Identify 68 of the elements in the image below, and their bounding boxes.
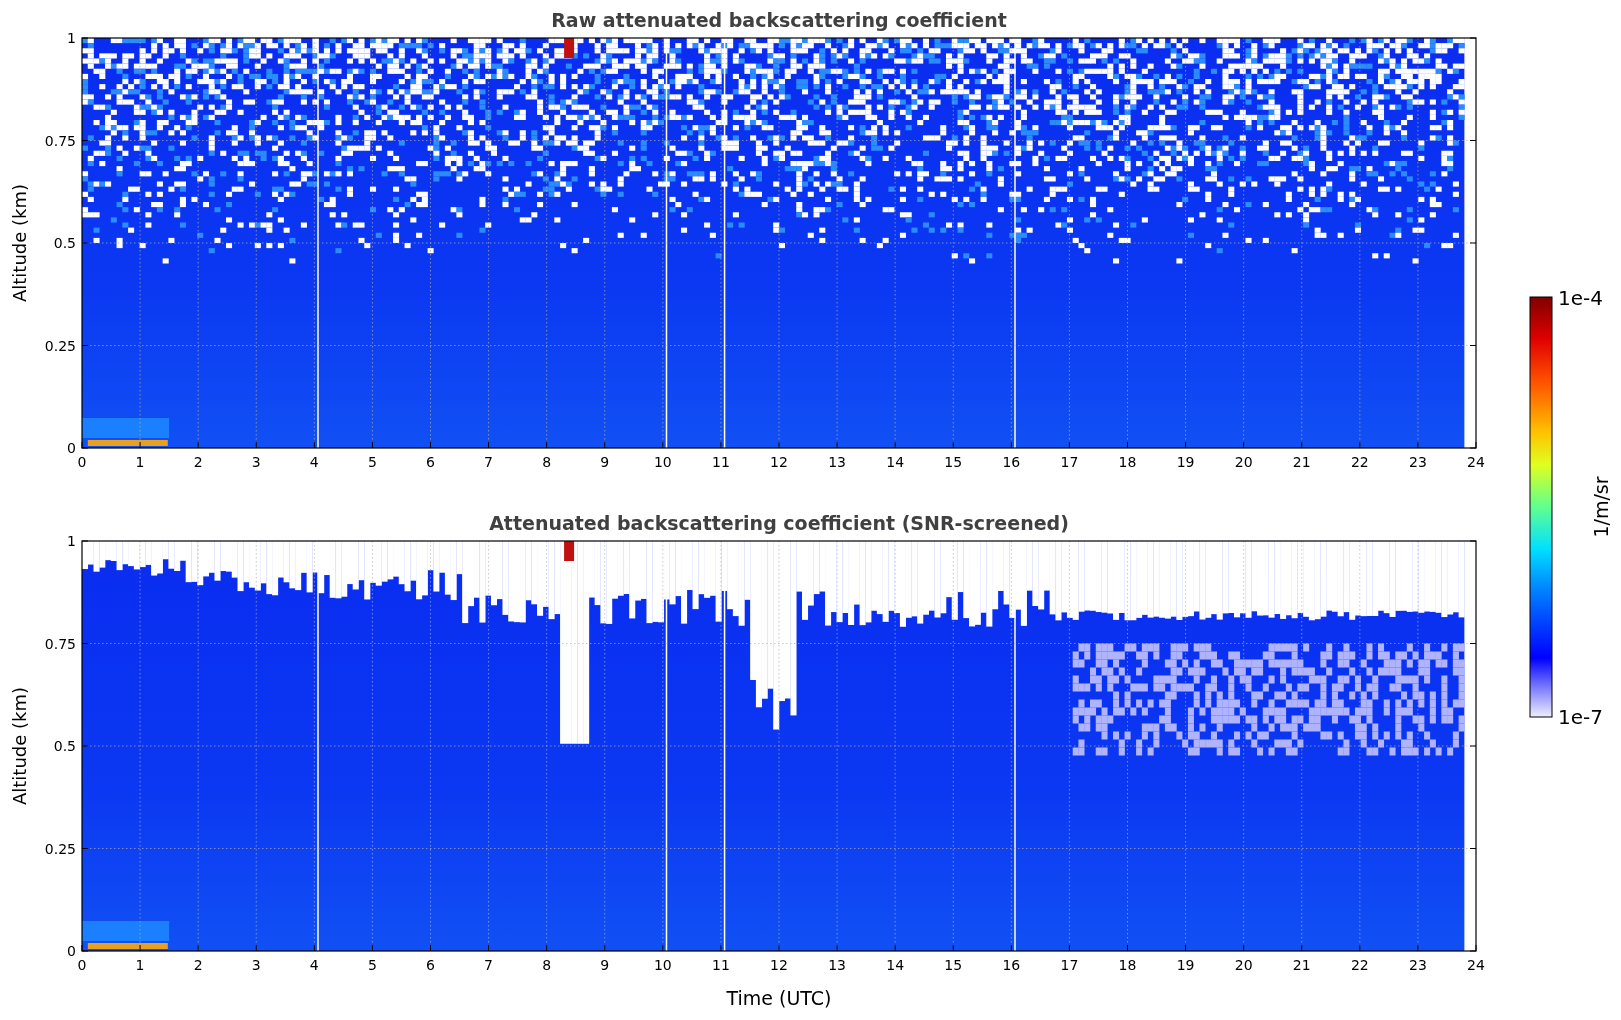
x-tick-label: 15 bbox=[944, 957, 963, 973]
colorbar-min-label: 1e-7 bbox=[1558, 705, 1603, 729]
x-tick-label: 17 bbox=[1060, 454, 1079, 470]
x-tick-label: 13 bbox=[828, 454, 846, 470]
x-tick-label: 8 bbox=[542, 957, 552, 973]
x-tick-label: 9 bbox=[600, 454, 610, 470]
x-tick-label: 19 bbox=[1176, 454, 1195, 470]
y-tick-label: 0.75 bbox=[44, 132, 76, 149]
x-tick-label: 10 bbox=[653, 957, 672, 973]
x-tick-label: 21 bbox=[1292, 454, 1311, 470]
x-tick-label: 5 bbox=[367, 454, 377, 470]
x-tick-label: 11 bbox=[712, 454, 730, 470]
colorbar-max-label: 1e-4 bbox=[1558, 286, 1603, 310]
x-tick-label: 5 bbox=[367, 957, 377, 973]
x-tick-label: 22 bbox=[1350, 454, 1369, 470]
x-tick-label: 23 bbox=[1409, 957, 1427, 973]
x-tick-label: 14 bbox=[886, 454, 905, 470]
x-tick-label: 12 bbox=[770, 957, 788, 973]
x-tick-label: 1 bbox=[135, 454, 145, 470]
x-tick-label: 15 bbox=[944, 454, 963, 470]
x-tick-label: 11 bbox=[712, 957, 730, 973]
x-tick-label: 24 bbox=[1467, 957, 1485, 973]
colorbar-unit-label: 1/m/sr bbox=[1590, 476, 1612, 538]
x-tick-label: 16 bbox=[1002, 957, 1021, 973]
x-tick-label: 9 bbox=[600, 957, 610, 973]
x-axis-label: Time (UTC) bbox=[726, 987, 832, 1009]
y-tick-label: 0 bbox=[67, 943, 76, 959]
x-tick-label: 22 bbox=[1350, 957, 1369, 973]
x-tick-label: 20 bbox=[1234, 957, 1253, 973]
x-tick-label: 2 bbox=[193, 454, 203, 470]
x-tick-label: 14 bbox=[886, 957, 905, 973]
y-axis-label: Altitude (km) bbox=[9, 686, 30, 806]
x-tick-label: 6 bbox=[426, 957, 435, 973]
y-axis-label: Altitude (km) bbox=[9, 183, 30, 303]
x-tick-label: 8 bbox=[542, 454, 552, 470]
x-tick-label: 2 bbox=[193, 957, 203, 973]
x-tick-label: 12 bbox=[770, 454, 788, 470]
x-tick-label: 3 bbox=[251, 957, 261, 973]
plot-title: Attenuated backscattering coefficient (SNR-screened) bbox=[489, 512, 1069, 534]
x-tick-label: 18 bbox=[1118, 957, 1137, 973]
y-tick-label: 0.75 bbox=[44, 635, 76, 652]
y-tick-label: 0.5 bbox=[53, 738, 76, 754]
x-tick-label: 16 bbox=[1002, 454, 1021, 470]
x-tick-label: 19 bbox=[1176, 957, 1195, 973]
x-tick-label: 7 bbox=[484, 454, 494, 470]
x-tick-label: 20 bbox=[1234, 454, 1253, 470]
x-tick-label: 17 bbox=[1060, 957, 1079, 973]
y-tick-label: 1 bbox=[67, 533, 76, 549]
x-tick-label: 21 bbox=[1292, 957, 1311, 973]
x-tick-label: 0 bbox=[77, 957, 87, 973]
x-tick-label: 23 bbox=[1409, 454, 1427, 470]
y-tick-label: 1 bbox=[67, 30, 76, 46]
x-tick-label: 3 bbox=[251, 454, 261, 470]
y-tick-label: 0 bbox=[67, 440, 76, 456]
x-tick-label: 7 bbox=[484, 957, 494, 973]
x-tick-label: 6 bbox=[426, 454, 435, 470]
x-tick-label: 18 bbox=[1118, 454, 1137, 470]
x-tick-label: 10 bbox=[653, 454, 672, 470]
x-tick-label: 4 bbox=[309, 957, 319, 973]
y-tick-label: 0.25 bbox=[44, 337, 76, 354]
x-tick-label: 0 bbox=[77, 454, 87, 470]
y-tick-label: 0.25 bbox=[44, 840, 76, 857]
plot-title: Raw attenuated backscattering coefficient bbox=[551, 9, 1007, 31]
x-tick-label: 1 bbox=[135, 957, 145, 973]
x-tick-label: 24 bbox=[1467, 454, 1485, 470]
y-tick-label: 0.5 bbox=[53, 235, 76, 251]
x-tick-label: 4 bbox=[309, 454, 319, 470]
x-tick-label: 13 bbox=[828, 957, 846, 973]
